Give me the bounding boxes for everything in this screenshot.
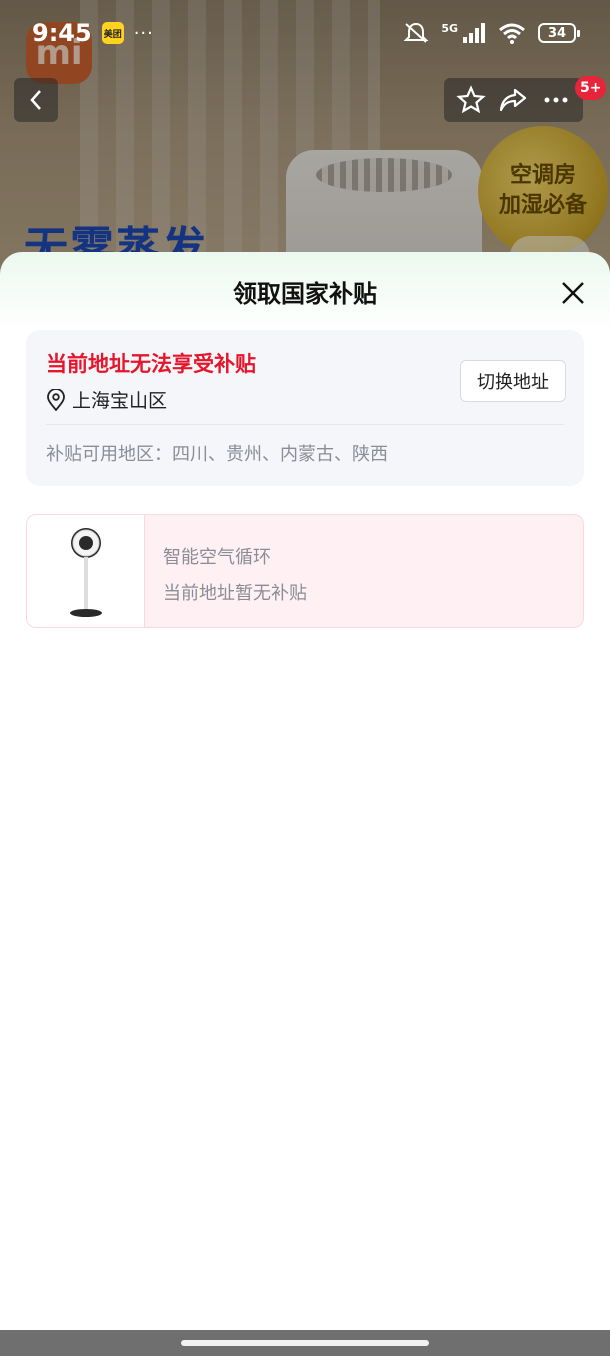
- status-bar: 9:45 美团 ··· 5G 34: [0, 0, 610, 66]
- switch-address-button[interactable]: 切换地址: [460, 360, 566, 402]
- wifi-icon: [499, 23, 525, 44]
- battery-indicator: 34: [538, 23, 580, 43]
- product-thumbnail: [27, 515, 145, 627]
- close-button[interactable]: [556, 276, 590, 310]
- address-card: 当前地址无法享受补贴 上海宝山区 切换地址 补贴可用地区： 四川、贵州、内蒙古、…: [26, 330, 584, 486]
- status-indicators: 5G 34: [403, 21, 580, 45]
- region-list: 四川、贵州、内蒙古、陕西: [172, 444, 388, 465]
- available-regions: 补贴可用地区： 四川、贵州、内蒙古、陕西: [46, 440, 388, 466]
- product-name: 智能空气循环: [163, 547, 271, 568]
- meituan-app-icon: 美团: [101, 22, 124, 44]
- notification-count-badge: 5+: [575, 76, 607, 100]
- mute-icon: [403, 22, 429, 43]
- address-text: 上海宝山区: [72, 390, 168, 412]
- back-button[interactable]: [14, 78, 58, 122]
- signal-icon: [463, 23, 485, 43]
- current-address: 上海宝山区: [46, 386, 167, 413]
- close-icon: [562, 282, 584, 304]
- more-notifications-icon: ···: [133, 22, 154, 44]
- product-subsidy-status: 当前地址暂无补贴: [163, 583, 307, 604]
- share-icon[interactable]: [498, 85, 528, 115]
- product-info: 智能空气循环 当前地址暂无补贴: [145, 515, 307, 627]
- sheet-title: 领取国家补贴: [233, 280, 377, 308]
- status-time: 9:45: [32, 19, 92, 47]
- chevron-left-icon: [30, 90, 41, 110]
- location-pin-icon: [47, 388, 65, 411]
- standing-fan-image: [69, 528, 102, 617]
- subsidy-sheet: 领取国家补贴 当前地址无法享受补贴 上海宝山区 切换地址 补贴可用地区： 四川、…: [0, 252, 610, 1330]
- product-card[interactable]: 智能空气循环 当前地址暂无补贴: [26, 514, 584, 628]
- home-indicator[interactable]: [181, 1340, 429, 1346]
- favorite-star-icon[interactable]: [456, 85, 486, 115]
- nav-actions: [444, 78, 583, 122]
- divider: [46, 424, 564, 425]
- network-type: 5G: [441, 21, 458, 35]
- navigation-gesture-bar: [0, 1330, 610, 1356]
- subsidy-warning: 当前地址无法享受补贴: [46, 352, 256, 376]
- more-options-icon[interactable]: [541, 85, 571, 115]
- region-label: 补贴可用地区：: [46, 444, 172, 465]
